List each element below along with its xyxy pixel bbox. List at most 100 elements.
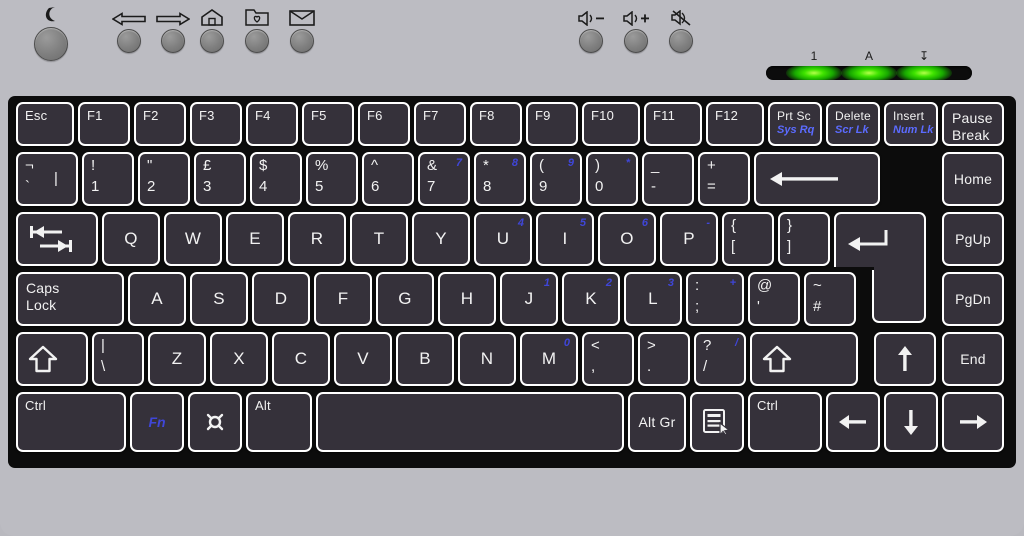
topbar-button-browser-favorites[interactable] <box>245 8 269 53</box>
key-alt-gr[interactable]: Alt Gr <box>628 392 686 452</box>
key-keyq[interactable]: Q <box>102 212 160 266</box>
key-keyk[interactable]: K2 <box>562 272 620 326</box>
key-pgdn[interactable]: PgDn <box>942 272 1004 326</box>
key-space[interactable] <box>316 392 624 452</box>
key-f8[interactable]: F8 <box>470 102 522 146</box>
key-keyy[interactable]: Y <box>412 212 470 266</box>
key-delete[interactable]: Delete Scr Lk <box>826 102 880 146</box>
key-quote[interactable]: @ ' <box>748 272 800 326</box>
key-keyp[interactable]: P- <box>660 212 718 266</box>
key-print-screen[interactable]: Prt Sc Sys Rq <box>768 102 822 146</box>
topbar-browser-home-button-cap[interactable] <box>200 29 224 53</box>
key-keym[interactable]: M0 <box>520 332 578 386</box>
topbar-volume-up-button-cap[interactable] <box>624 29 648 53</box>
key-fn[interactable]: Fn <box>130 392 184 452</box>
key-arrow-left[interactable] <box>826 392 880 452</box>
key-f1[interactable]: F1 <box>78 102 130 146</box>
key-f5[interactable]: F5 <box>302 102 354 146</box>
key-minus[interactable]: _ - <box>642 152 694 206</box>
topbar-button-mute[interactable] <box>669 8 693 53</box>
key-digit8[interactable]: * 8 8 <box>474 152 526 206</box>
key-keyr[interactable]: R <box>288 212 346 266</box>
key-f12[interactable]: F12 <box>706 102 764 146</box>
key-pgup[interactable]: PgUp <box>942 212 1004 266</box>
key-keyu[interactable]: U4 <box>474 212 532 266</box>
key-keyv[interactable]: V <box>334 332 392 386</box>
key-arrow-down[interactable] <box>884 392 938 452</box>
key-backquote[interactable]: ¬ ` | <box>16 152 78 206</box>
key-super[interactable] <box>188 392 242 452</box>
key-shift-right[interactable] <box>750 332 858 386</box>
key-keyf[interactable]: F <box>314 272 372 326</box>
key-pause-break[interactable]: Pause Break <box>942 102 1004 146</box>
key-enter[interactable] <box>834 212 926 326</box>
key-keyi[interactable]: I5 <box>536 212 594 266</box>
topbar-button-mail[interactable] <box>289 8 315 53</box>
key-digit7[interactable]: & 7 7 <box>418 152 470 206</box>
key-f2[interactable]: F2 <box>134 102 186 146</box>
topbar-button-browser-back[interactable] <box>112 8 146 53</box>
key-comma[interactable]: <, <box>582 332 634 386</box>
key-ctrl-left[interactable]: Ctrl <box>16 392 126 452</box>
key-keyg[interactable]: G <box>376 272 434 326</box>
topbar-button-browser-home[interactable] <box>200 8 224 53</box>
key-keyo[interactable]: O6 <box>598 212 656 266</box>
key-keyd[interactable]: D <box>252 272 310 326</box>
key-arrow-up[interactable] <box>874 332 936 386</box>
key-keye[interactable]: E <box>226 212 284 266</box>
topbar-button-volume-down[interactable] <box>578 8 604 53</box>
key-insert[interactable]: Insert Num Lk <box>884 102 938 146</box>
key-digit2[interactable]: " 2 <box>138 152 190 206</box>
key-keys[interactable]: S <box>190 272 248 326</box>
key-digit9[interactable]: (9 9 <box>530 152 582 206</box>
topbar-button-power-sleep[interactable] <box>34 6 68 61</box>
key-digit3[interactable]: £3 <box>194 152 246 206</box>
key-f7[interactable]: F7 <box>414 102 466 146</box>
topbar-button-browser-forward[interactable] <box>156 8 190 53</box>
key-home[interactable]: Home <box>942 152 1004 206</box>
key-keyx[interactable]: X <box>210 332 268 386</box>
key-digit1[interactable]: ! 1 <box>82 152 134 206</box>
key-ctrl-right[interactable]: Ctrl <box>748 392 822 452</box>
key-backslash[interactable]: | \ <box>92 332 144 386</box>
key-keyl[interactable]: L3 <box>624 272 682 326</box>
key-equal[interactable]: + = <box>698 152 750 206</box>
key-capslock[interactable]: Caps Lock <box>16 272 124 326</box>
key-keya[interactable]: A <box>128 272 186 326</box>
topbar-mute-button-cap[interactable] <box>669 29 693 53</box>
key-alt-left[interactable]: Alt <box>246 392 312 452</box>
key-f4[interactable]: F4 <box>246 102 298 146</box>
key-enter-lower[interactable] <box>872 267 926 323</box>
topbar-mail-button-cap[interactable] <box>290 29 314 53</box>
key-keyw[interactable]: W <box>164 212 222 266</box>
topbar-browser-forward-button-cap[interactable] <box>161 29 185 53</box>
key-f9[interactable]: F9 <box>526 102 578 146</box>
key-bracketright[interactable]: }] <box>778 212 830 266</box>
key-bracketleft[interactable]: {[ <box>722 212 774 266</box>
key-period[interactable]: >. <box>638 332 690 386</box>
key-arrow-right[interactable] <box>942 392 1004 452</box>
key-context-menu[interactable] <box>690 392 744 452</box>
key-keyj[interactable]: J1 <box>500 272 558 326</box>
key-keyb[interactable]: B <box>396 332 454 386</box>
key-digit0[interactable]: ) 0 * <box>586 152 638 206</box>
key-backspace[interactable] <box>754 152 880 206</box>
key-digit6[interactable]: ^ 6 <box>362 152 414 206</box>
key-f11[interactable]: F11 <box>644 102 702 146</box>
key-digit5[interactable]: % 5 <box>306 152 358 206</box>
key-f10[interactable]: F10 <box>582 102 640 146</box>
key-end[interactable]: End <box>942 332 1004 386</box>
key-digit4[interactable]: $4 <box>250 152 302 206</box>
key-slash[interactable]: ? / / <box>694 332 746 386</box>
key-keyt[interactable]: T <box>350 212 408 266</box>
key-keyz[interactable]: Z <box>148 332 206 386</box>
key-keyh[interactable]: H <box>438 272 496 326</box>
topbar-power-sleep-button-cap[interactable] <box>34 27 68 61</box>
key-keyn[interactable]: N <box>458 332 516 386</box>
key-f3[interactable]: F3 <box>190 102 242 146</box>
topbar-button-volume-up[interactable] <box>623 8 649 53</box>
key-tab[interactable] <box>16 212 98 266</box>
key-esc[interactable]: Esc <box>16 102 74 146</box>
key-semicolon[interactable]: :; + <box>686 272 744 326</box>
key-shift-left[interactable] <box>16 332 88 386</box>
